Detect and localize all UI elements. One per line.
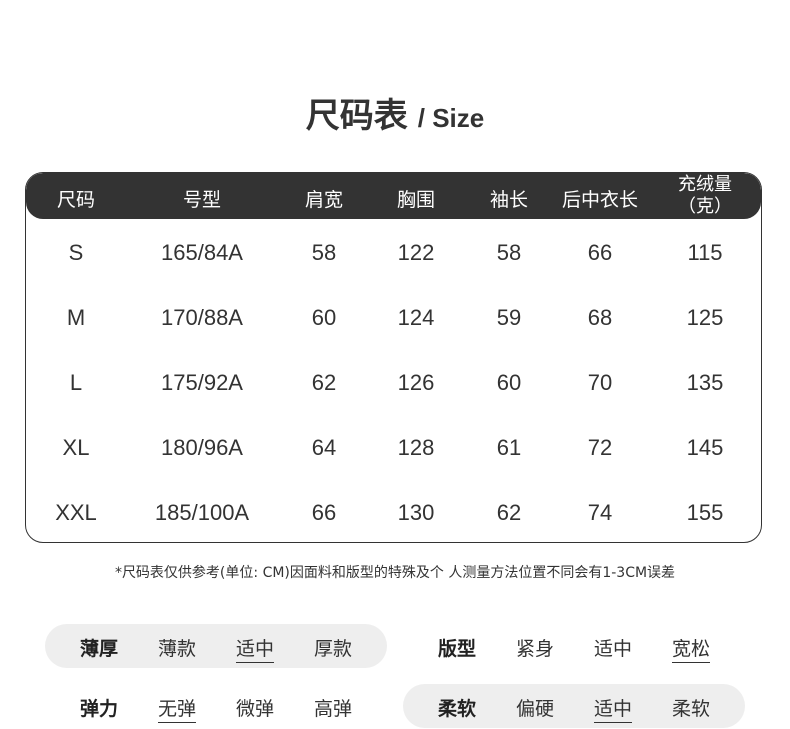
thickness-option: 薄款 <box>157 638 197 660</box>
table-cell: 145 <box>686 435 724 460</box>
elasticity-option: 高弹 <box>313 698 353 720</box>
thickness-label: 薄厚 <box>79 638 119 660</box>
table-cell: 125 <box>686 305 724 330</box>
header-chest: 胸围 <box>396 189 436 211</box>
table-cell: 58 <box>496 240 522 265</box>
header-fill-weight-label: 充绒量 <box>678 174 732 195</box>
table-cell: XXL <box>55 500 97 525</box>
table-cell: 59 <box>496 305 522 330</box>
table-cell: 62 <box>496 500 522 525</box>
table-cell: 175/92A <box>161 370 243 395</box>
table-cell: S <box>68 240 84 265</box>
table-cell: 180/96A <box>161 435 243 460</box>
table-cell: 61 <box>496 435 522 460</box>
fit-option: 紧身 <box>515 638 555 660</box>
table-cell: 124 <box>397 305 435 330</box>
header-size: 尺码 <box>56 189 96 211</box>
table-cell: 72 <box>587 435 613 460</box>
table-cell: L <box>69 370 83 395</box>
table-cell: XL <box>62 435 90 460</box>
table-cell: 66 <box>311 500 337 525</box>
table-cell: 74 <box>587 500 613 525</box>
header-fill-weight-unit: （克） <box>678 196 732 217</box>
header-model: 号型 <box>182 189 222 211</box>
table-cell: 68 <box>587 305 613 330</box>
softness-label: 柔软 <box>437 698 477 720</box>
table-header: 尺码 号型 肩宽 胸围 袖长 后中衣长 充绒量 （克） <box>26 173 761 219</box>
table-cell: 60 <box>496 370 522 395</box>
table-cell: 130 <box>397 500 435 525</box>
table-cell: 128 <box>397 435 435 460</box>
thickness-option: 厚款 <box>313 638 353 660</box>
table-cell: 122 <box>397 240 435 265</box>
table-cell: 185/100A <box>154 500 250 525</box>
softness-option-selected: 适中 <box>593 694 633 723</box>
table-cell: 62 <box>311 370 337 395</box>
table-cell: 115 <box>687 240 723 265</box>
header-shoulder: 肩宽 <box>304 189 344 211</box>
softness-option: 偏硬 <box>515 698 555 720</box>
header-fill-weight: 充绒量 （克） <box>678 174 732 218</box>
table-cell: 155 <box>686 500 724 525</box>
fit-option: 适中 <box>593 638 633 660</box>
elasticity-option: 微弹 <box>235 698 275 720</box>
softness-option: 柔软 <box>671 698 711 720</box>
elasticity-option-selected: 无弹 <box>157 694 197 723</box>
table-cell: 58 <box>311 240 337 265</box>
table-cell: 64 <box>311 435 337 460</box>
title-english: / Size <box>417 103 485 133</box>
table-cell: 170/88A <box>161 305 243 330</box>
table-cell: 126 <box>397 370 435 395</box>
header-sleeve: 袖长 <box>489 189 529 211</box>
fit-label: 版型 <box>437 638 477 660</box>
size-note: *尺码表仅供参考(单位: CM)因面料和版型的特殊及个 人测量方法位置不同会有1… <box>114 565 676 581</box>
table-cell: 66 <box>587 240 613 265</box>
fit-option-selected: 宽松 <box>671 634 711 663</box>
table-cell: 70 <box>587 370 613 395</box>
table-cell: M <box>66 305 86 330</box>
table-cell: 165/84A <box>161 240 243 265</box>
thickness-option-selected: 适中 <box>235 634 275 663</box>
header-length: 后中衣长 <box>561 189 639 211</box>
elasticity-label: 弹力 <box>79 698 119 720</box>
page-title: 尺码表 / Size <box>0 88 790 137</box>
table-cell: 60 <box>311 305 337 330</box>
size-table: 尺码 号型 肩宽 胸围 袖长 后中衣长 充绒量 （克） S 165/84A 58… <box>25 172 762 543</box>
title-chinese: 尺码表 <box>305 96 408 136</box>
table-cell: 135 <box>686 370 724 395</box>
